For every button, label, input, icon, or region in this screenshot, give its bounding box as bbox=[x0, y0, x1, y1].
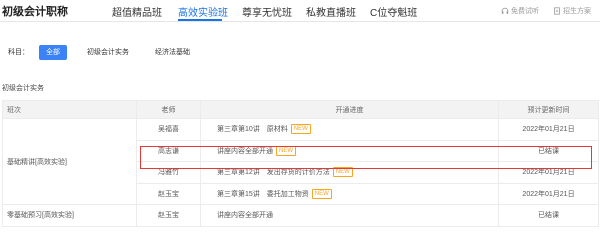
progress-text: 第三章第12讲 发出存货的计价方法 bbox=[217, 169, 330, 177]
class-name-cell: 零基础预习[高效实验] bbox=[2, 204, 137, 227]
filter-chip-all[interactable]: 全部 bbox=[39, 44, 67, 60]
document-icon bbox=[554, 7, 560, 15]
progress-cell[interactable]: 讲座内容全部开通 NEW bbox=[200, 139, 499, 162]
new-badge: NEW bbox=[290, 124, 311, 135]
subject-filter: 科目： 全部 初级会计实务 经济法基础 bbox=[8, 44, 210, 60]
teacher-cell[interactable]: 赵玉宝 bbox=[136, 204, 201, 227]
filter-chip-economic-law[interactable]: 经济法基础 bbox=[149, 45, 196, 60]
tab-premium-class[interactable]: 超值精品班 bbox=[112, 4, 162, 19]
progress-cell[interactable]: 第三章第10讲 原材料 NEW bbox=[200, 118, 499, 141]
progress-text: 第三章第15讲 委托加工物资 bbox=[217, 190, 309, 198]
update-time-cell: 2022年01月21日 bbox=[498, 118, 599, 141]
column-header-update-time: 预计更新时间 bbox=[498, 100, 599, 119]
tab-private-live-class[interactable]: 私教直播班 bbox=[306, 4, 356, 19]
brand-title: 初级会计职称 bbox=[2, 6, 68, 18]
enrollment-plan-link[interactable]: 招生方案 bbox=[553, 6, 591, 16]
active-tab-indicator bbox=[178, 19, 222, 21]
column-header-class: 班次 bbox=[2, 100, 137, 119]
progress-text: 第三章第10讲 原材料 bbox=[217, 126, 288, 134]
tab-c-position-class[interactable]: C位夺魁班 bbox=[370, 4, 417, 19]
progress-text: 讲座内容全部开通 bbox=[217, 147, 273, 155]
teacher-cell[interactable]: 赵玉宝 bbox=[136, 182, 201, 205]
column-header-teacher: 老师 bbox=[136, 100, 201, 119]
progress-cell[interactable]: 讲座内容全部开通 bbox=[200, 204, 499, 227]
new-badge: NEW bbox=[332, 167, 353, 178]
column-header-progress: 开通进度 bbox=[200, 100, 499, 119]
teacher-cell[interactable]: 冯雅竹 bbox=[136, 161, 201, 184]
new-badge: NEW bbox=[276, 145, 296, 156]
free-trial-link[interactable]: 免费试听 bbox=[501, 6, 539, 16]
filter-chip-accounting-practice[interactable]: 初级会计实务 bbox=[81, 45, 135, 60]
table-header-row: 班次 老师 开通进度 预计更新时间 bbox=[2, 100, 599, 119]
teacher-cell[interactable]: 高志谦 bbox=[136, 139, 201, 162]
subject-filter-label: 科目： bbox=[8, 49, 29, 56]
course-schedule-table: 班次 老师 开通进度 预计更新时间 基础精讲[高效实验] 吴福喜 第三章第10讲… bbox=[2, 100, 599, 227]
update-time-cell: 已结课 bbox=[498, 139, 599, 162]
update-time-cell: 已结课 bbox=[498, 204, 599, 227]
tab-efficient-lab-class[interactable]: 高效实验班 bbox=[178, 4, 228, 19]
new-badge: NEW bbox=[311, 188, 332, 199]
update-time-cell: 2022年01月21日 bbox=[498, 182, 599, 205]
tab-worry-free-class[interactable]: 尊享无忧班 bbox=[242, 4, 292, 19]
class-name-cell: 基础精讲[高效实验] bbox=[2, 118, 137, 205]
progress-cell[interactable]: 第三章第12讲 发出存货的计价方法 NEW bbox=[200, 161, 499, 184]
progress-text: 讲座内容全部开通 bbox=[217, 212, 273, 220]
top-nav: 初级会计职称 超值精品班 高效实验班 尊享无忧班 私教直播班 C位夺魁班 免费试… bbox=[0, 0, 600, 22]
update-time-cell: 2022年01月21日 bbox=[498, 161, 599, 184]
table-row: 基础精讲[高效实验] 吴福喜 第三章第10讲 原材料 NEW 2022年01月21… bbox=[2, 118, 599, 205]
headset-icon bbox=[501, 7, 509, 14]
free-trial-label: 免费试听 bbox=[511, 8, 539, 15]
enrollment-plan-label: 招生方案 bbox=[563, 8, 591, 15]
progress-cell[interactable]: 第三章第15讲 委托加工物资 NEW bbox=[200, 182, 499, 205]
teacher-cell[interactable]: 吴福喜 bbox=[136, 118, 201, 141]
table-row: 零基础预习[高效实验] 赵玉宝 讲座内容全部开通 已结课 bbox=[2, 204, 599, 227]
section-title: 初级会计实务 bbox=[2, 85, 44, 92]
